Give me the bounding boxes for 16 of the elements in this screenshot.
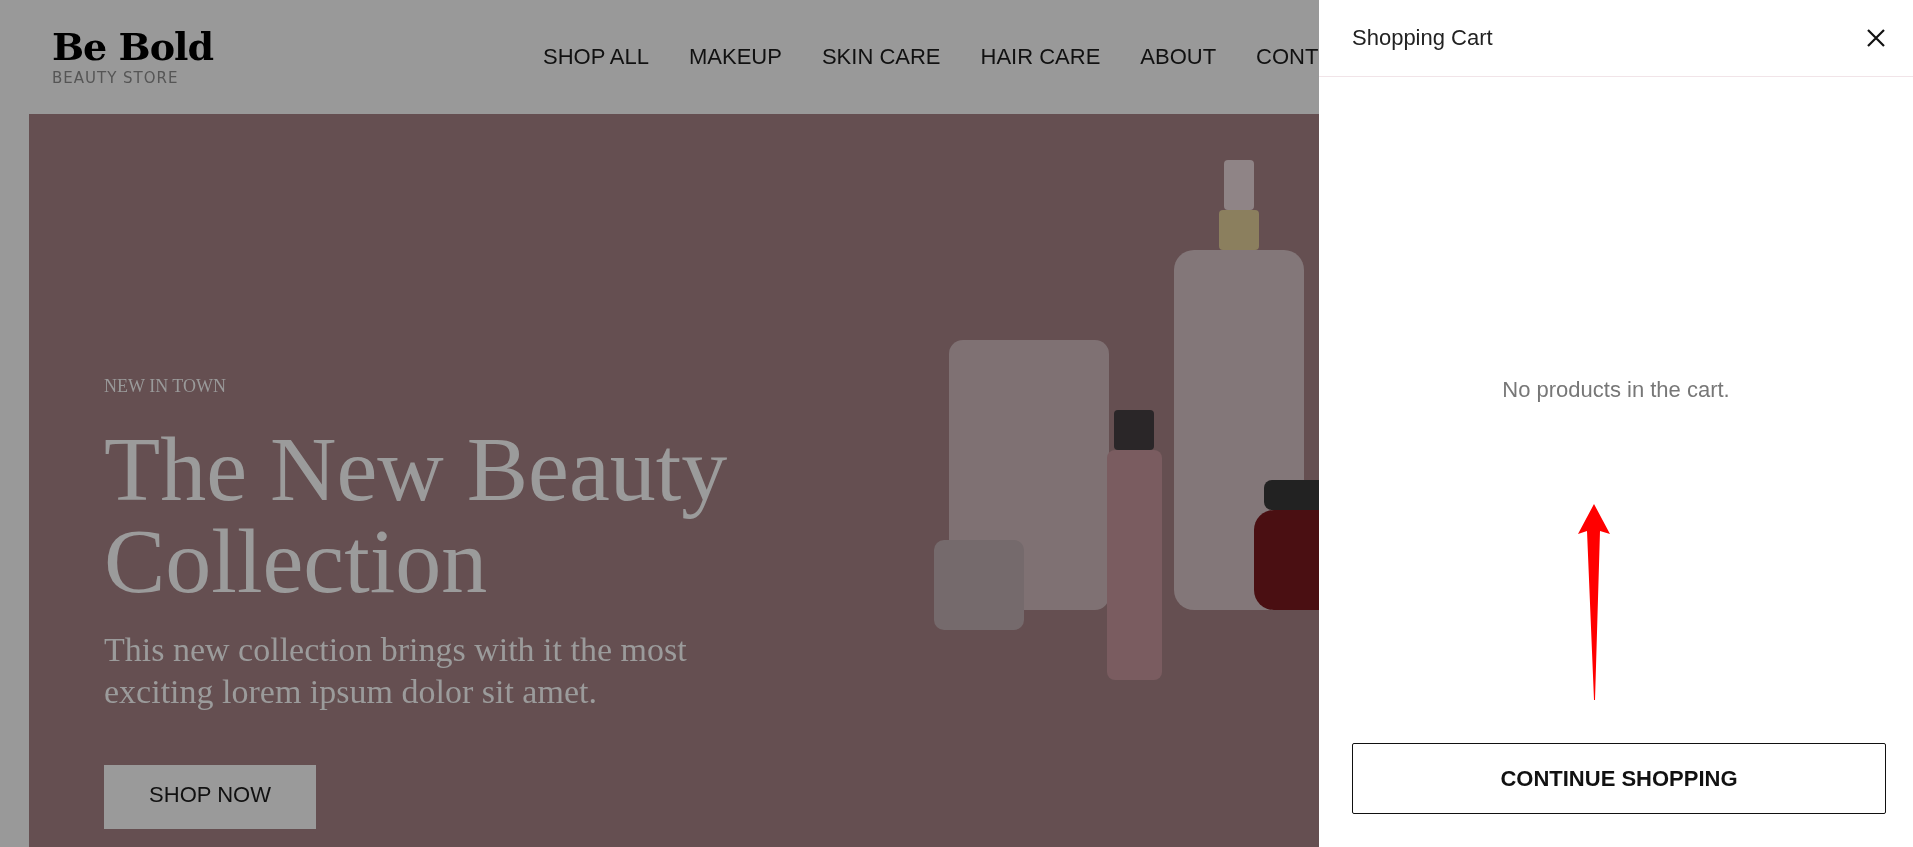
nav-link[interactable]: SKIN CARE [821,44,941,70]
logo-title[interactable]: Be Bold [52,27,213,67]
nav-link[interactable]: SHOP ALL [543,44,649,70]
nav-link[interactable]: HAIR CARE [980,44,1101,70]
continue-shopping-button[interactable]: CONTINUE SHOPPING [1352,743,1886,814]
logo-subtitle: BEAUTY STORE [52,69,180,87]
cart-title: Shopping Cart [1352,25,1493,51]
empty-cart-message: No products in the cart. [1502,377,1730,403]
close-icon[interactable] [1866,28,1886,48]
shop-now-button[interactable]: SHOP NOW [104,765,316,829]
nav-link[interactable]: ABOUT [1140,44,1217,70]
nav-link[interactable]: MAKEUP [689,44,782,70]
hero-description: This new collection brings with it the most exciting lorem ipsum dolor sit amet. [104,630,688,712]
hero-headline: The New Beauty Collection [104,423,729,607]
hero-eyebrow: NEW IN TOWN [104,376,227,397]
nav-link[interactable]: CONT [1256,44,1319,70]
